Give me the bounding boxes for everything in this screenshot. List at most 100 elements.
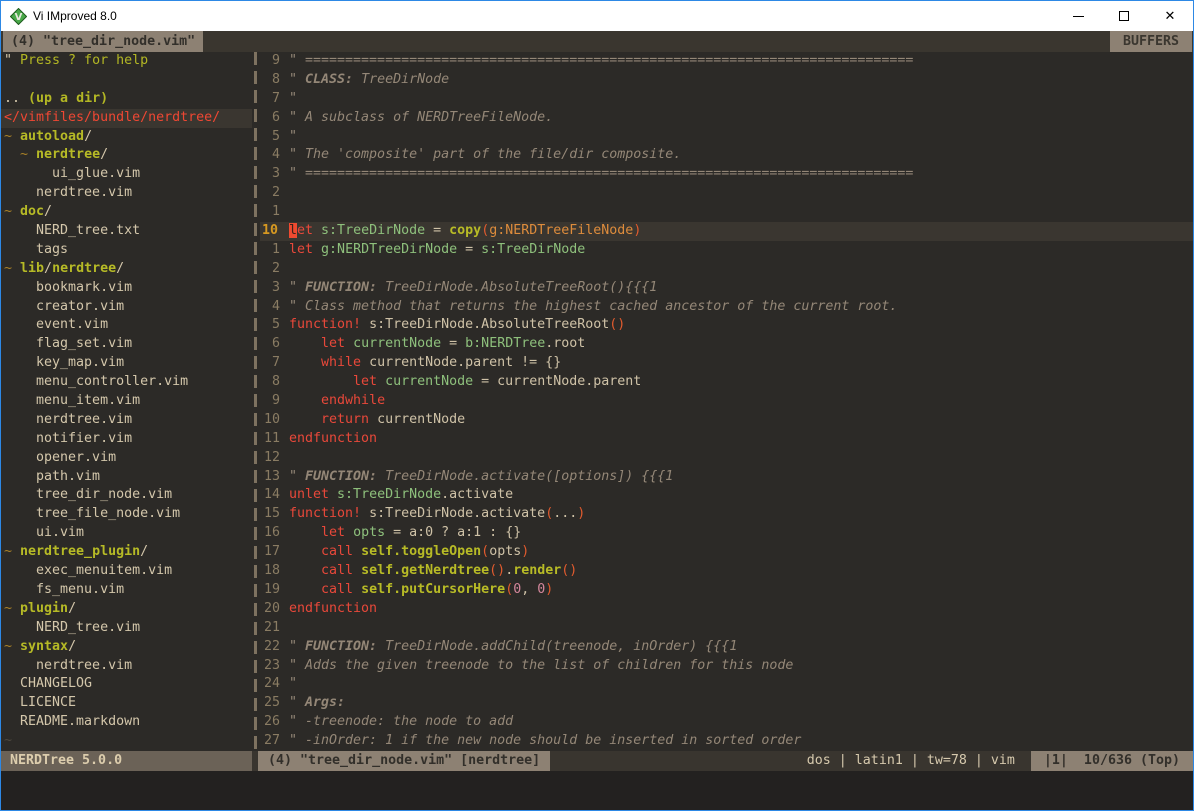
code-text: " -inOrder: 1 if the new node should be … xyxy=(289,732,1193,751)
code-line[interactable]: 7" xyxy=(260,90,1193,109)
close-button[interactable]: ✕ xyxy=(1147,1,1193,31)
svg-text:V: V xyxy=(15,12,23,23)
tree-item[interactable]: README.markdown xyxy=(1,713,252,732)
tree-item[interactable]: exec_menuitem.vim xyxy=(1,562,252,581)
tree-item[interactable]: " Press ? for help xyxy=(1,52,252,71)
tree-item[interactable]: menu_item.vim xyxy=(1,392,252,411)
tree-item[interactable]: event.vim xyxy=(1,316,252,335)
code-line[interactable]: 15function! s:TreeDirNode.activate(...) xyxy=(260,505,1193,524)
code-line[interactable]: 11endfunction xyxy=(260,430,1193,449)
tree-item[interactable] xyxy=(1,71,252,90)
code-line[interactable]: 9 endwhile xyxy=(260,392,1193,411)
code-line[interactable]: 9" =====================================… xyxy=(260,52,1193,71)
window-separator[interactable] xyxy=(252,52,260,751)
tree-item[interactable]: ui_glue.vim xyxy=(1,165,252,184)
code-line[interactable]: 4" The 'composite' part of the file/dir … xyxy=(260,146,1193,165)
tree-item[interactable]: ~ lib/nerdtree/ xyxy=(1,260,252,279)
code-line[interactable]: 1 xyxy=(260,203,1193,222)
code-text: " ======================================… xyxy=(289,52,1193,71)
line-number: 7 xyxy=(260,354,289,373)
code-line[interactable]: 23" Adds the given treenode to the list … xyxy=(260,657,1193,676)
code-text: " A subclass of NERDTreeFileNode. xyxy=(289,109,1193,128)
command-line[interactable] xyxy=(1,771,1193,810)
code-line[interactable]: 14unlet s:TreeDirNode.activate xyxy=(260,486,1193,505)
tree-item[interactable]: flag_set.vim xyxy=(1,335,252,354)
maximize-button[interactable] xyxy=(1101,1,1147,31)
tree-item[interactable]: nerdtree.vim xyxy=(1,657,252,676)
code-text: call self.putCursorHere(0, 0) xyxy=(289,581,1193,600)
code-text: " ======================================… xyxy=(289,165,1193,184)
code-line[interactable]: 27" -inOrder: 1 if the new node should b… xyxy=(260,732,1193,751)
tree-item[interactable]: nerdtree.vim xyxy=(1,184,252,203)
code-line[interactable]: 26" -treenode: the node to add xyxy=(260,713,1193,732)
tree-item[interactable]: ~ xyxy=(1,732,252,751)
tree-item[interactable]: tree_dir_node.vim xyxy=(1,486,252,505)
code-text: endfunction xyxy=(289,600,1193,619)
tree-item[interactable]: ~ nerdtree_plugin/ xyxy=(1,543,252,562)
line-number: 17 xyxy=(260,543,289,562)
code-line[interactable]: 22" FUNCTION: TreeDirNode.addChild(treen… xyxy=(260,638,1193,657)
line-number: 1 xyxy=(260,203,289,222)
tree-item[interactable]: ~ syntax/ xyxy=(1,638,252,657)
tree-item[interactable]: opener.vim xyxy=(1,449,252,468)
line-number: 21 xyxy=(260,619,289,638)
code-line[interactable]: 5function! s:TreeDirNode.AbsoluteTreeRoo… xyxy=(260,316,1193,335)
tree-item[interactable]: ~ nerdtree/ xyxy=(1,146,252,165)
code-line[interactable]: 24" xyxy=(260,675,1193,694)
code-line[interactable]: 25" Args: xyxy=(260,694,1193,713)
code-line[interactable]: 2 xyxy=(260,260,1193,279)
line-number: 27 xyxy=(260,732,289,751)
code-line[interactable]: 16 let opts = a:0 ? a:1 : {} xyxy=(260,524,1193,543)
code-line[interactable]: 8 let currentNode = currentNode.parent xyxy=(260,373,1193,392)
code-line[interactable]: 21 xyxy=(260,619,1193,638)
code-line[interactable]: 6 let currentNode = b:NERDTree.root xyxy=(260,335,1193,354)
tree-item[interactable]: path.vim xyxy=(1,468,252,487)
tree-item[interactable]: ui.vim xyxy=(1,524,252,543)
code-line[interactable]: 3" =====================================… xyxy=(260,165,1193,184)
code-line[interactable]: 18 call self.getNerdtree().render() xyxy=(260,562,1193,581)
tree-root-item[interactable]: </vimfiles/bundle/nerdtree/ xyxy=(1,109,252,128)
code-line[interactable]: 19 call self.putCursorHere(0, 0) xyxy=(260,581,1193,600)
tree-item[interactable]: ~ doc/ xyxy=(1,203,252,222)
code-line[interactable]: 17 call self.toggleOpen(opts) xyxy=(260,543,1193,562)
code-line[interactable]: 10 return currentNode xyxy=(260,411,1193,430)
tree-item[interactable]: fs_menu.vim xyxy=(1,581,252,600)
tree-item[interactable]: menu_controller.vim xyxy=(1,373,252,392)
code-line[interactable]: 8" CLASS: TreeDirNode xyxy=(260,71,1193,90)
code-line[interactable]: 1let g:NERDTreeDirNode = s:TreeDirNode xyxy=(260,241,1193,260)
close-icon: ✕ xyxy=(1165,10,1176,23)
code-line[interactable]: 7 while currentNode.parent != {} xyxy=(260,354,1193,373)
tree-item[interactable]: ~ autoload/ xyxy=(1,128,252,147)
tree-item[interactable]: nerdtree.vim xyxy=(1,411,252,430)
line-number: 8 xyxy=(260,71,289,90)
code-text: function! s:TreeDirNode.activate(...) xyxy=(289,505,1193,524)
tree-item[interactable]: .. (up a dir) xyxy=(1,90,252,109)
code-line[interactable]: 12 xyxy=(260,449,1193,468)
buffers-label[interactable]: BUFFERS xyxy=(1110,31,1192,52)
code-line[interactable]: 20endfunction xyxy=(260,600,1193,619)
code-line[interactable]: 13" FUNCTION: TreeDirNode.activate([opti… xyxy=(260,468,1193,487)
code-line[interactable]: 2 xyxy=(260,184,1193,203)
tree-item[interactable]: CHANGELOG xyxy=(1,675,252,694)
tree-item[interactable]: LICENCE xyxy=(1,694,252,713)
line-number: 5 xyxy=(260,316,289,335)
minimize-button[interactable] xyxy=(1055,1,1101,31)
code-text xyxy=(289,449,1193,468)
tree-item[interactable]: NERD_tree.vim xyxy=(1,619,252,638)
tab-active-buffer[interactable]: (4) "tree_dir_node.vim" xyxy=(3,31,203,52)
tree-item[interactable]: key_map.vim xyxy=(1,354,252,373)
code-line[interactable]: 6" A subclass of NERDTreeFileNode. xyxy=(260,109,1193,128)
tree-item[interactable]: ~ plugin/ xyxy=(1,600,252,619)
tree-item[interactable]: tags xyxy=(1,241,252,260)
code-line[interactable]: 3" FUNCTION: TreeDirNode.AbsoluteTreeRoo… xyxy=(260,279,1193,298)
code-line-current[interactable]: 10let s:TreeDirNode = copy(g:NERDTreeFil… xyxy=(260,222,1193,241)
code-text: while currentNode.parent != {} xyxy=(289,354,1193,373)
tree-item[interactable]: NERD_tree.txt xyxy=(1,222,252,241)
tree-item[interactable]: bookmark.vim xyxy=(1,279,252,298)
nerdtree-status: NERDTree 5.0.0 xyxy=(1,751,252,771)
code-line[interactable]: 4" Class method that returns the highest… xyxy=(260,298,1193,317)
tree-item[interactable]: notifier.vim xyxy=(1,430,252,449)
code-line[interactable]: 5" xyxy=(260,128,1193,147)
tree-item[interactable]: tree_file_node.vim xyxy=(1,505,252,524)
tree-item[interactable]: creator.vim xyxy=(1,298,252,317)
